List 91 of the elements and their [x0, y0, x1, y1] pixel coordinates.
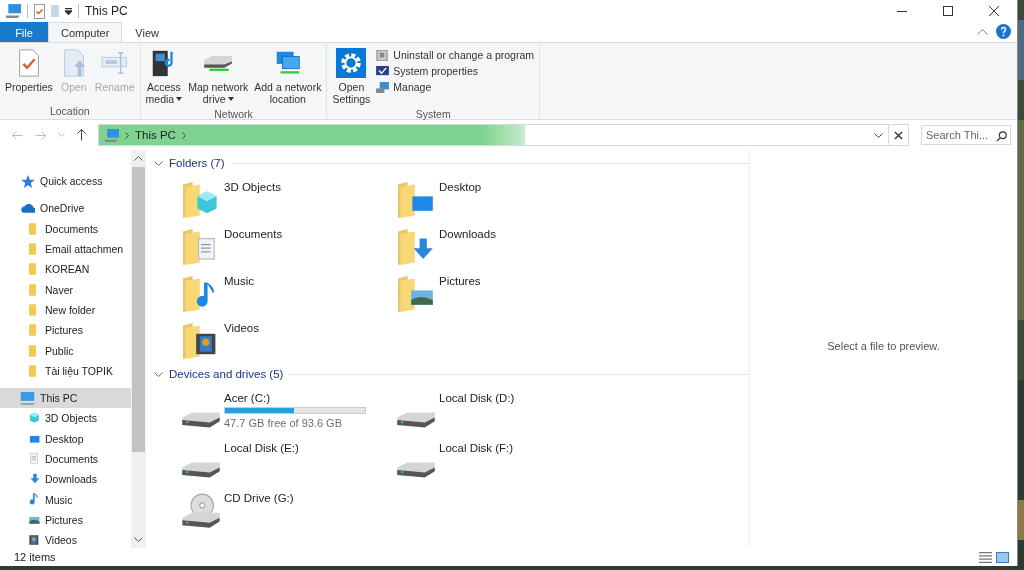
- search-icon: [996, 131, 1007, 142]
- drive-tile[interactable]: CD Drive (G:): [181, 489, 396, 529]
- computer-icon[interactable]: [6, 4, 21, 18]
- sidebar-item[interactable]: Desktop: [0, 428, 131, 449]
- up-arrow-icon[interactable]: [77, 129, 86, 141]
- folder-tile[interactable]: Music: [181, 272, 396, 312]
- sidebar-item[interactable]: Downloads: [0, 469, 131, 490]
- sidebar-item[interactable]: Videos: [0, 530, 131, 548]
- hard-drive-icon: [181, 461, 221, 479]
- drive-tile[interactable]: Local Disk (E:): [181, 439, 396, 479]
- drive-space-text: 47.7 GB free of 93.6 GB: [224, 417, 343, 429]
- hard-drive-icon: [181, 411, 221, 429]
- sidebar-item[interactable]: Public: [0, 340, 131, 361]
- ribbon-button[interactable]: Map network drive: [185, 45, 252, 108]
- dropdown-arrow-icon[interactable]: [65, 7, 72, 15]
- ribbon-button[interactable]: Uninstall or change a program: [373, 48, 538, 62]
- ribbon-tab[interactable]: Computer: [48, 22, 123, 42]
- ribbon-button[interactable]: Manage: [373, 80, 538, 94]
- star-icon: [20, 174, 35, 188]
- group-label: Location: [48, 105, 91, 119]
- sidebar-item[interactable]: KOREAN: [0, 259, 131, 280]
- drive-tile[interactable]: Local Disk (D:): [396, 389, 611, 429]
- details-view-icon[interactable]: [979, 551, 992, 563]
- scroll-up-icon[interactable]: [134, 156, 143, 161]
- group-label: Network: [213, 108, 254, 122]
- address-bar[interactable]: This PC: [98, 124, 889, 146]
- scrollbar[interactable]: [131, 150, 146, 548]
- preview-message: Select a file to preview.: [827, 340, 940, 352]
- sidebar-item[interactable]: Email attachmen: [0, 238, 131, 260]
- item-count: 12 items: [14, 551, 56, 563]
- computer-icon: [105, 128, 119, 142]
- close-icon: [989, 6, 999, 16]
- window-title: This PC: [85, 4, 128, 18]
- caret-icon: [176, 97, 183, 101]
- chevron-down-icon[interactable]: [154, 160, 163, 166]
- ribbon-button[interactable]: Access media: [142, 45, 186, 108]
- settings-icon: [336, 48, 367, 78]
- minimize-icon: [897, 10, 907, 12]
- clear-button[interactable]: [889, 124, 909, 146]
- section-header[interactable]: Folders (7): [169, 157, 225, 169]
- sidebar-item[interactable]: Pictures: [0, 320, 131, 341]
- sidebar-item[interactable]: New folder: [0, 299, 131, 321]
- search-field[interactable]: Search Thi...: [921, 125, 1011, 145]
- large-icons-view-icon[interactable]: [996, 551, 1009, 563]
- cd-drive-icon: [181, 493, 221, 529]
- ribbon-button[interactable]: Open Settings: [329, 45, 374, 108]
- hard-drive-icon: [396, 411, 436, 429]
- caret-icon: [227, 97, 234, 101]
- folder-tile[interactable]: Desktop: [396, 178, 611, 218]
- chevron-right-icon: [181, 131, 186, 139]
- sidebar-item[interactable]: Documents: [0, 448, 131, 470]
- sidebar-item[interactable]: Documents: [0, 218, 131, 239]
- folder-tile[interactable]: Videos: [181, 319, 396, 359]
- program-box-icon: [376, 49, 390, 61]
- ribbon-button[interactable]: Properties: [2, 45, 56, 105]
- folder-tile[interactable]: Downloads: [396, 225, 611, 265]
- sidebar-item[interactable]: Naver: [0, 279, 131, 300]
- chevron-down-icon[interactable]: [154, 371, 163, 377]
- file-menu-button[interactable]: File: [0, 22, 48, 42]
- ribbon-tab[interactable]: View: [122, 22, 172, 42]
- group-label: System: [414, 108, 452, 122]
- drive-tile[interactable]: Local Disk (F:): [396, 439, 611, 479]
- collapse-ribbon-icon[interactable]: [977, 28, 988, 35]
- sidebar-item[interactable]: Music: [0, 489, 131, 510]
- sidebar-item[interactable]: 3D Objects: [0, 408, 131, 429]
- hard-drive-icon: [396, 461, 436, 479]
- computer-icon: [20, 391, 35, 405]
- sidebar-item[interactable]: OneDrive: [0, 198, 131, 219]
- folder-tile[interactable]: Pictures: [396, 272, 611, 312]
- folder-tile[interactable]: Documents: [181, 225, 396, 265]
- sidebar-item[interactable]: Tài liệu TOPIK: [0, 360, 131, 381]
- section-header[interactable]: Devices and drives (5): [169, 368, 284, 380]
- maximize-icon: [943, 6, 953, 16]
- computer-icon: [376, 81, 390, 93]
- folder-tile[interactable]: 3D Objects: [181, 178, 396, 218]
- drive-tile[interactable]: Acer (C:) 47.7 GB free of 93.6 GB: [181, 389, 396, 429]
- close-icon: [894, 130, 903, 140]
- chevron-right-icon: [125, 131, 129, 139]
- scroll-down-icon[interactable]: [134, 537, 143, 542]
- checklist-page-icon[interactable]: [34, 3, 45, 19]
- monitor-check-icon: [376, 65, 390, 77]
- ribbon-button[interactable]: Add a network location: [251, 45, 325, 108]
- sidebar-item[interactable]: Pictures: [0, 509, 131, 531]
- ribbon-button[interactable]: System properties: [373, 64, 538, 78]
- breadcrumb[interactable]: This PC: [135, 129, 176, 141]
- sidebar-item[interactable]: Quick access: [0, 171, 131, 192]
- help-icon[interactable]: [996, 24, 1011, 39]
- cloud-icon: [20, 203, 35, 213]
- network-drive-icon: [203, 55, 234, 71]
- sidebar-item[interactable]: This PC: [0, 387, 131, 409]
- chevron-down-icon[interactable]: [874, 132, 883, 138]
